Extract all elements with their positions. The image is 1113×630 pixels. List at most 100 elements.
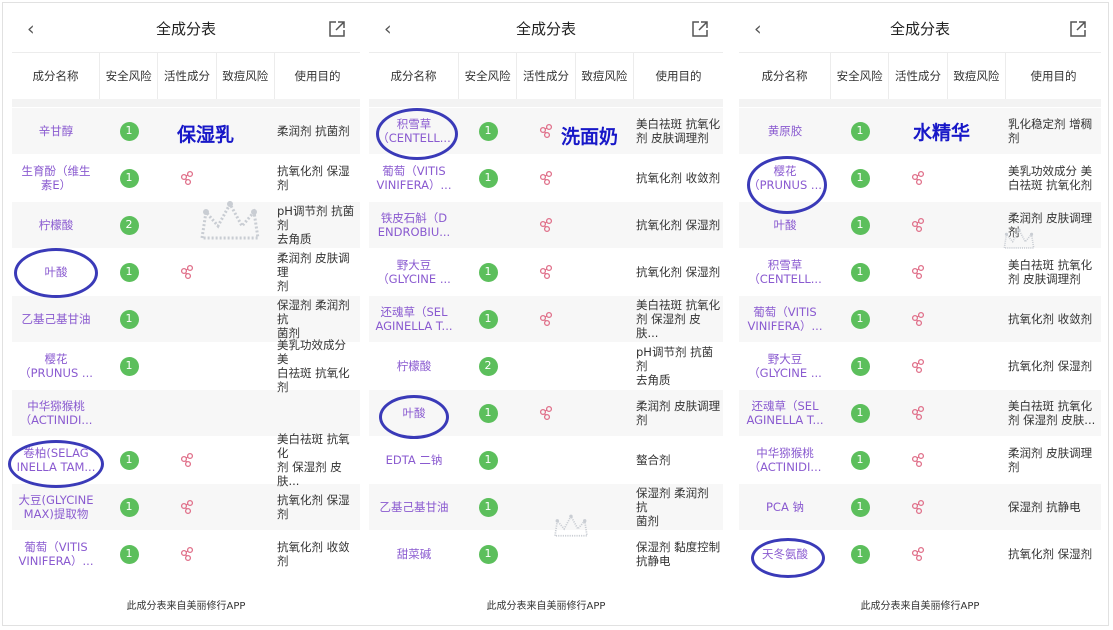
active-ingredient-cell bbox=[889, 390, 947, 436]
ingredient-name[interactable]: 乙基己基甘油 bbox=[369, 484, 459, 530]
column-header[interactable]: 活性成分 bbox=[517, 53, 576, 99]
ingredient-name[interactable]: 樱花 （PRUNUS ... bbox=[12, 343, 100, 389]
acne-risk-cell bbox=[947, 296, 1005, 342]
safety-risk-badge: 1 bbox=[478, 497, 498, 517]
column-header[interactable]: 使用目的 bbox=[1006, 53, 1101, 99]
safety-risk-cell: 2 bbox=[100, 202, 158, 248]
ingredient-row[interactable]: 柠檬酸 2 pH调节剂 抗菌剂 去角质 bbox=[12, 201, 360, 248]
ingredient-name[interactable]: 野大豆 （GLYCINE ... bbox=[739, 343, 831, 389]
active-ingredient-cell bbox=[517, 437, 575, 483]
safety-risk-badge: 1 bbox=[478, 403, 498, 423]
ingredient-name[interactable]: 葡萄（VITIS VINIFERA）... bbox=[12, 531, 100, 577]
ingredient-name[interactable]: PCA 钠 bbox=[739, 484, 831, 530]
ingredient-name[interactable]: 还魂草（SEL AGINELLA T... bbox=[739, 390, 831, 436]
usage-purpose: 抗氧化剂 保湿剂 bbox=[636, 218, 721, 232]
product-annotation: 洗面奶 bbox=[561, 126, 619, 148]
acne-risk-cell bbox=[575, 343, 633, 389]
ingredient-row[interactable]: 野大豆 （GLYCINE ... 1 抗氧化剂 保湿剂 bbox=[369, 248, 723, 295]
molecule-icon bbox=[911, 405, 925, 421]
ingredient-row[interactable]: 乙基己基甘油 1 保湿剂 柔润剂 抗 菌剂 bbox=[12, 295, 360, 342]
column-header[interactable]: 致痘风险 bbox=[948, 53, 1007, 99]
ingredient-row[interactable]: EDTA 二钠 1 螯合剂 bbox=[369, 436, 723, 483]
ingredient-row[interactable]: 中华猕猴桃 （ACTINIDI... 1 柔润剂 皮肤调理 剂 bbox=[739, 436, 1101, 483]
share-external-icon[interactable] bbox=[1069, 20, 1087, 38]
divider bbox=[739, 99, 1101, 107]
molecule-icon bbox=[911, 358, 925, 374]
acne-risk-cell bbox=[947, 155, 1005, 201]
ingredient-row[interactable]: 积雪草 （CENTELL... 1 美白祛斑 抗氧化 剂 皮肤调理剂 bbox=[739, 248, 1101, 295]
ingredient-name[interactable]: 葡萄（VITIS VINIFERA）... bbox=[739, 296, 831, 342]
safety-risk-cell: 1 bbox=[831, 108, 889, 154]
share-external-icon[interactable] bbox=[691, 20, 709, 38]
ingredient-row[interactable]: 葡萄（VITIS VINIFERA）... 1 抗氧化剂 收敛剂 bbox=[12, 530, 360, 577]
column-header[interactable]: 成分名称 bbox=[739, 53, 831, 99]
column-header[interactable]: 成分名称 bbox=[12, 53, 100, 99]
safety-risk-badge: 2 bbox=[119, 215, 139, 235]
acne-risk-cell bbox=[216, 296, 274, 342]
usage-purpose: 保湿剂 黏度控制 抗静电 bbox=[636, 540, 721, 568]
highlight-circle bbox=[376, 108, 458, 160]
ingredient-name[interactable]: 铁皮石斛（D ENDROBIU... bbox=[369, 202, 459, 248]
safety-risk-badge: 1 bbox=[850, 168, 870, 188]
top-bar: ‹ 全成分表 bbox=[369, 8, 723, 52]
ingredient-name[interactable]: 中华猕猴桃 （ACTINIDI... bbox=[739, 437, 831, 483]
ingredient-name[interactable]: 大豆(GLYCINE MAX)提取物 bbox=[12, 484, 100, 530]
highlight-circle bbox=[379, 395, 449, 439]
ingredient-name[interactable]: 中华猕猴桃 （ACTINIDI... bbox=[12, 390, 100, 436]
molecule-icon bbox=[911, 217, 925, 233]
ingredient-name[interactable]: EDTA 二钠 bbox=[369, 437, 459, 483]
ingredient-name[interactable]: 柠檬酸 bbox=[369, 343, 459, 389]
acne-risk-cell bbox=[947, 484, 1005, 530]
acne-risk-cell bbox=[947, 390, 1005, 436]
ingredient-name[interactable]: 葡萄（VITIS VINIFERA）... bbox=[369, 155, 459, 201]
ingredient-name[interactable]: 生育酚（维生 素E） bbox=[12, 155, 100, 201]
highlight-circle bbox=[747, 156, 827, 214]
ingredient-table: 积雪草 （CENTELL... 1 美白祛斑 抗氧化 剂 皮肤调理剂 葡萄（VITIS… bbox=[369, 107, 723, 577]
ingredient-row[interactable]: 柠檬酸 2 pH调节剂 抗菌剂 去角质 bbox=[369, 342, 723, 389]
ingredient-row[interactable]: 大豆(GLYCINE MAX)提取物 1 抗氧化剂 保湿剂 bbox=[12, 483, 360, 530]
ingredient-name[interactable]: 柠檬酸 bbox=[12, 202, 100, 248]
column-header[interactable]: 安全风险 bbox=[100, 53, 159, 99]
ingredient-name[interactable]: 辛甘醇 bbox=[12, 108, 100, 154]
ingredient-name[interactable]: 还魂草（SEL AGINELLA T... bbox=[369, 296, 459, 342]
active-ingredient-cell bbox=[517, 249, 575, 295]
ingredient-panel-3: ‹ 全成分表 成分名称 安全风险 活性成分 致痘风险 使用目的 黄原胶 1 乳化稳定剂 增稠 剂樱… bbox=[739, 8, 1101, 620]
acne-risk-cell bbox=[216, 155, 274, 201]
column-header[interactable]: 安全风险 bbox=[459, 53, 518, 99]
ingredient-name[interactable]: 野大豆 （GLYCINE ... bbox=[369, 249, 459, 295]
column-header[interactable]: 安全风险 bbox=[831, 53, 890, 99]
page-title: 全成分表 bbox=[515, 20, 576, 38]
ingredient-name[interactable]: 积雪草 （CENTELL... bbox=[739, 249, 831, 295]
share-external-icon[interactable] bbox=[328, 20, 346, 38]
ingredient-row[interactable]: 铁皮石斛（D ENDROBIU... 抗氧化剂 保湿剂 bbox=[369, 201, 723, 248]
ingredient-row[interactable]: 野大豆 （GLYCINE ... 1 抗氧化剂 保湿剂 bbox=[739, 342, 1101, 389]
ingredient-row[interactable]: 葡萄（VITIS VINIFERA）... 1 抗氧化剂 收敛剂 bbox=[369, 154, 723, 201]
column-header[interactable]: 成分名称 bbox=[369, 53, 459, 99]
ingredient-row[interactable]: 甜菜碱 1 保湿剂 黏度控制 抗静电 bbox=[369, 530, 723, 577]
safety-risk-badge: 2 bbox=[478, 356, 498, 376]
ingredient-row[interactable]: 还魂草（SEL AGINELLA T... 1 美白祛斑 抗氧化 剂 保湿剂 皮肤.… bbox=[369, 295, 723, 342]
column-header[interactable]: 活性成分 bbox=[158, 53, 217, 99]
usage-purpose: 抗氧化剂 保湿剂 bbox=[277, 164, 350, 192]
ingredient-name[interactable]: 黄原胶 bbox=[739, 108, 831, 154]
ingredient-row[interactable]: 生育酚（维生 素E） 1 抗氧化剂 保湿剂 bbox=[12, 154, 360, 201]
highlight-circle bbox=[14, 248, 98, 298]
ingredient-row[interactable]: 中华猕猴桃 （ACTINIDI... bbox=[12, 389, 360, 436]
usage-purpose: 抗氧化剂 保湿剂 bbox=[277, 493, 350, 521]
safety-risk-badge: 1 bbox=[478, 450, 498, 470]
molecule-icon bbox=[911, 546, 925, 562]
molecule-icon bbox=[911, 452, 925, 468]
ingredient-name[interactable]: 甜菜碱 bbox=[369, 531, 459, 577]
ingredient-row[interactable]: 樱花 （PRUNUS ... 1 美乳功效成分 美 白祛斑 抗氧化剂 bbox=[12, 338, 360, 394]
column-header[interactable]: 使用目的 bbox=[275, 53, 360, 99]
column-header[interactable]: 致痘风险 bbox=[217, 53, 275, 99]
ingredient-row[interactable]: PCA 钠 1 保湿剂 抗静电 bbox=[739, 483, 1101, 530]
column-header[interactable]: 致痘风险 bbox=[576, 53, 635, 99]
ingredient-row[interactable]: 乙基己基甘油 1 保湿剂 柔润剂 抗 菌剂 bbox=[369, 483, 723, 530]
column-header[interactable]: 活性成分 bbox=[889, 53, 948, 99]
ingredient-name[interactable]: 乙基己基甘油 bbox=[12, 296, 100, 342]
ingredient-row[interactable]: 葡萄（VITIS VINIFERA）... 1 抗氧化剂 收敛剂 bbox=[739, 295, 1101, 342]
safety-risk-cell: 1 bbox=[459, 155, 517, 201]
ingredient-row[interactable]: 还魂草（SEL AGINELLA T... 1 美白祛斑 抗氧化 剂 保湿剂 皮肤.… bbox=[739, 389, 1101, 436]
column-header[interactable]: 使用目的 bbox=[634, 53, 723, 99]
